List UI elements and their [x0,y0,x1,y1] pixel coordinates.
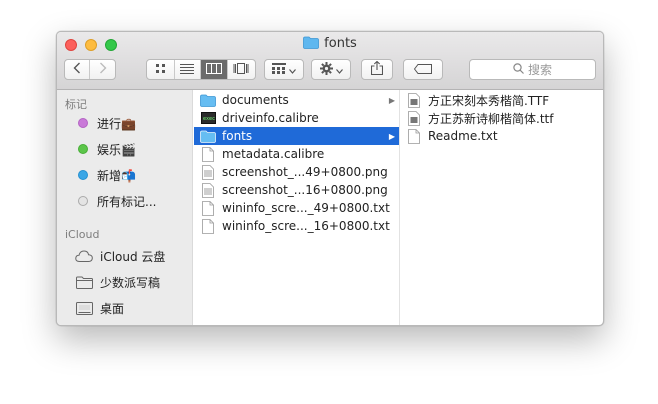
disclosure-arrow-icon: ▶ [388,95,395,105]
share-button[interactable] [361,59,393,80]
chevron-down-icon [289,63,296,77]
folder-icon [303,36,320,53]
file-name: wininfo_scre..._16+0800.txt [222,219,390,233]
browser-column-1: documents ▶ exec driveinfo.calibre fonts… [194,90,400,325]
document-icon [406,128,422,144]
desktop-folder-icon [75,301,93,315]
document-icon [200,200,216,216]
file-name: driveinfo.calibre [222,111,319,125]
file-name: 方正宋刻本秀楷简.TTF [428,93,550,108]
search-field[interactable]: 搜索 [469,59,596,80]
finder-window: fonts 搜索 标记 进行💼 娱乐🎬 新增📬 所有标记... iCloud i… [56,31,604,326]
file-row-font-2[interactable]: 方正苏新诗柳楷简体.ttf [400,109,603,127]
file-row-driveinfo[interactable]: exec driveinfo.calibre [194,109,399,127]
folder-icon [200,128,216,144]
chevron-down-icon [335,63,343,77]
icloud-section-header: iCloud [65,228,100,241]
file-row-screenshot-1[interactable]: screenshot_...49+0800.png [194,163,399,181]
toolbar: fonts 搜索 [57,32,603,90]
window-title-label: fonts [324,36,357,51]
file-row-readme[interactable]: Readme.txt [400,127,603,145]
file-row-font-1[interactable]: 方正宋刻本秀楷简.TTF [400,91,603,109]
sidebar-tag-entertainment[interactable]: 娱乐🎬 [75,139,136,159]
window-title: fonts [57,36,603,53]
edit-tags-button[interactable] [403,59,443,80]
file-name: fonts [222,129,253,143]
file-row-fonts[interactable]: fonts ▶ [194,127,399,145]
list-icon [180,63,195,77]
cover-flow-view-button[interactable] [228,60,255,79]
sidebar-item-label: iCloud 云盘 [100,249,166,264]
disclosure-arrow-icon: ▶ [388,131,395,141]
file-name: 方正苏新诗柳楷简体.ttf [428,111,554,126]
executable-icon: exec [200,110,216,126]
sidebar-item-label: 娱乐🎬 [97,142,136,157]
icon-view-button[interactable] [147,60,175,79]
purple-tag-dot-icon [78,118,88,128]
tag-icon [413,63,432,77]
sidebar-item-label: 进行💼 [97,116,136,131]
sidebar-item-label: 所有标记... [97,194,157,209]
folder-icon [200,92,216,108]
share-icon [370,60,384,78]
svg-text:exec: exec [203,116,215,122]
back-button[interactable] [65,60,91,79]
image-file-icon [200,164,216,180]
group-by-button[interactable] [264,59,304,80]
grid-icon [155,63,166,77]
view-mode-segment [146,59,256,80]
sidebar-tag-new[interactable]: 新增📬 [75,165,136,185]
column-view-button[interactable] [201,60,228,79]
file-name: Readme.txt [428,129,498,143]
sidebar-item-label: 桌面 [100,301,125,316]
file-name: metadata.calibre [222,147,325,161]
navigation-segment [64,59,116,80]
search-icon [513,62,524,77]
folder-icon [75,275,93,289]
list-view-button[interactable] [175,60,202,79]
file-name: screenshot_...49+0800.png [222,165,388,179]
font-file-icon [406,110,422,126]
columns-icon [205,62,222,77]
gray-tag-dot-icon [78,196,88,206]
green-tag-dot-icon [78,144,88,154]
sidebar-all-tags[interactable]: 所有标记... [75,191,156,211]
cover-flow-icon [233,62,249,77]
forward-button[interactable] [90,60,115,79]
file-name: wininfo_scre..._49+0800.txt [222,201,390,215]
tags-section-header: 标记 [65,98,87,111]
gear-icon [319,61,333,78]
chevron-right-icon [99,62,107,77]
document-icon [200,218,216,234]
search-placeholder: 搜索 [527,63,552,77]
document-icon [200,146,216,162]
file-row-documents[interactable]: documents ▶ [194,91,399,109]
chevron-left-icon [73,62,81,77]
group-grid-icon [272,62,286,77]
image-file-icon [200,182,216,198]
file-name: documents [222,93,289,107]
action-menu-button[interactable] [311,59,351,80]
sidebar: 标记 进行💼 娱乐🎬 新增📬 所有标记... iCloud iCloud 云盘 [57,90,193,325]
file-name: screenshot_...16+0800.png [222,183,388,197]
file-row-wininfo-2[interactable]: wininfo_scre..._16+0800.txt [194,217,399,235]
browser-column-2: 方正宋刻本秀楷简.TTF 方正苏新诗柳楷简体.ttf Readme.txt [400,90,603,325]
file-row-wininfo-1[interactable]: wininfo_scre..._49+0800.txt [194,199,399,217]
file-row-screenshot-2[interactable]: screenshot_...16+0800.png [194,181,399,199]
cloud-icon [75,249,93,263]
sidebar-item-desktop[interactable]: 桌面 [75,298,124,318]
sidebar-item-icloud-drive[interactable]: iCloud 云盘 [75,246,165,266]
sidebar-item-label: 少数派写稿 [100,275,161,290]
sidebar-item-label: 新增📬 [97,168,136,183]
file-row-metadata[interactable]: metadata.calibre [194,145,399,163]
sidebar-item-writing-folder[interactable]: 少数派写稿 [75,272,160,292]
font-file-icon [406,92,422,108]
sidebar-tag-in-progress[interactable]: 进行💼 [75,113,136,133]
blue-tag-dot-icon [78,170,88,180]
